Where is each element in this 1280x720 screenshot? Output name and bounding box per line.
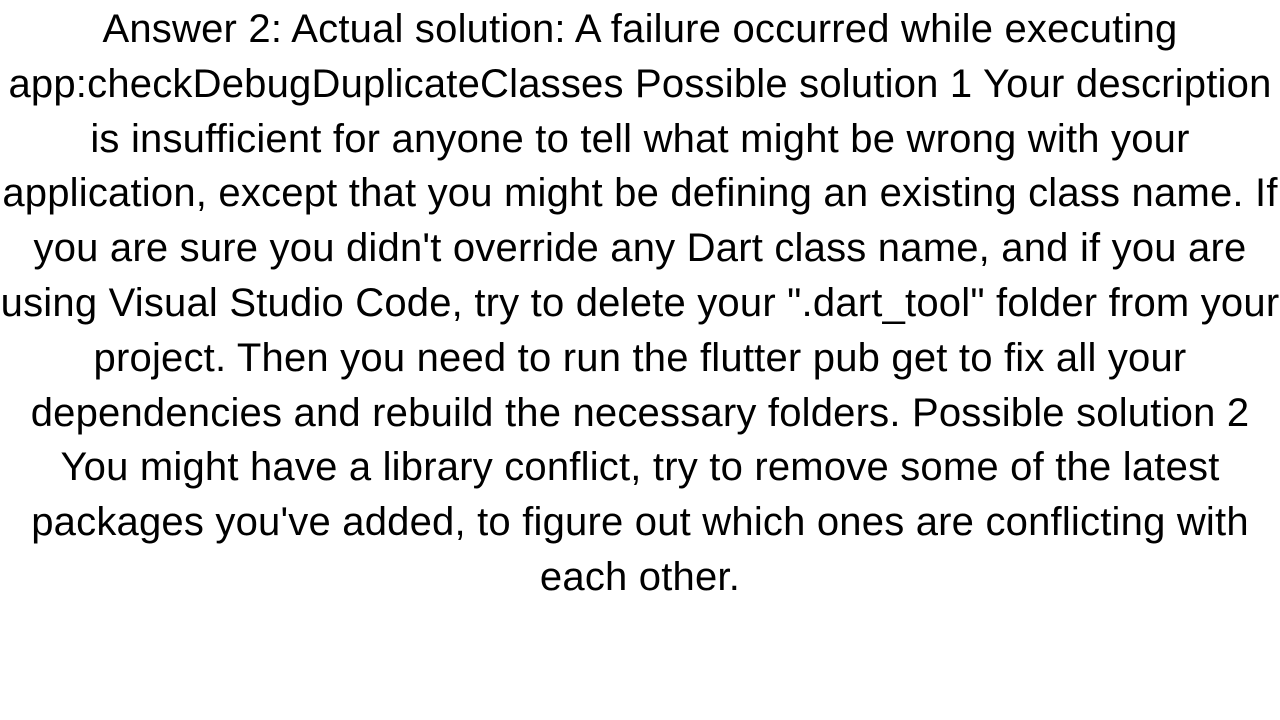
answer-text: Answer 2: Actual solution: A failure occ… [0, 0, 1280, 605]
document-body: Answer 2: Actual solution: A failure occ… [0, 0, 1280, 720]
